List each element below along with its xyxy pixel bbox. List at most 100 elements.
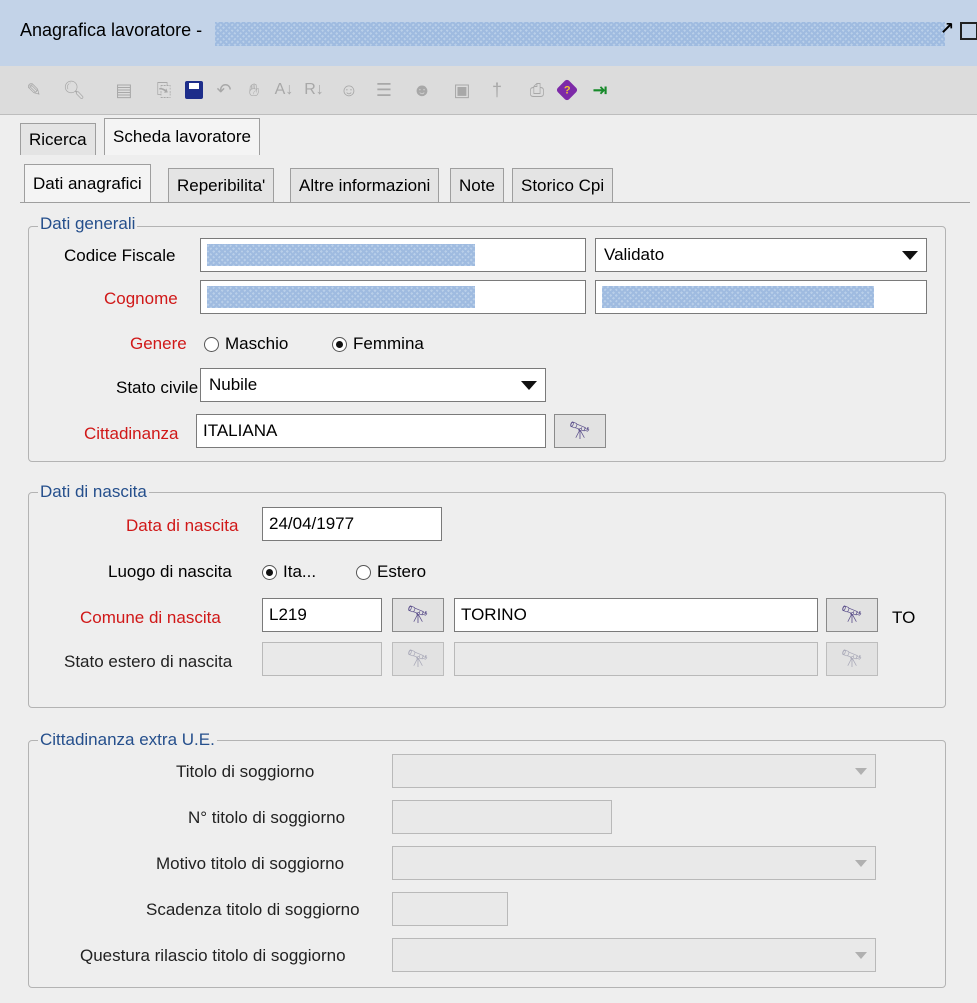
print-icon[interactable]: ⎙ (525, 78, 549, 102)
estero-radio[interactable] (356, 564, 371, 580)
comune-code-lookup-button[interactable]: 🔭︎ (392, 598, 444, 632)
tab-altre-informazioni-label: Altre informazioni (299, 175, 431, 195)
motivo-titolo-select[interactable] (392, 846, 876, 880)
questura-rilascio-select[interactable] (392, 938, 876, 972)
maschio-radio[interactable] (204, 336, 219, 352)
tab-scheda-lavoratore[interactable]: Scheda lavoratore (104, 118, 260, 155)
genere-maschio-option[interactable]: Maschio (204, 334, 288, 354)
search-icon[interactable]: 🔍︎ (62, 78, 86, 102)
luogo-estero-option[interactable]: Estero (356, 562, 426, 582)
genere-label: Genere (130, 334, 187, 353)
tab-dati-anagrafici[interactable]: Dati anagrafici (24, 164, 151, 202)
stato-civile-select[interactable]: Nubile (200, 368, 546, 402)
window-title-bar: Anagrafica lavoratore - ↗ (0, 0, 977, 66)
open-icon[interactable]: ⎘ (152, 78, 176, 102)
undo-icon[interactable]: ↶ (212, 78, 236, 102)
stato-civile-value: Nubile (209, 375, 258, 394)
cognome-input[interactable] (200, 280, 586, 314)
stato-estero-code-lookup-button[interactable]: 🔭︎ (392, 642, 444, 676)
comune-name-lookup-button[interactable]: 🔭︎ (826, 598, 878, 632)
chevron-down-icon (902, 250, 918, 260)
chevron-down-icon (855, 859, 867, 867)
help-book-icon[interactable]: ? (555, 78, 579, 102)
exit-door-icon[interactable]: ⇥ (588, 78, 612, 102)
tab-note-label: Note (459, 175, 495, 195)
maximize-icon[interactable] (960, 22, 977, 40)
camera-icon[interactable]: ▣ (450, 78, 474, 102)
tab-reperibilita[interactable]: Reperibilita' (168, 168, 275, 202)
cittadinanza-value: ITALIANA (203, 421, 278, 440)
codice-fiscale-status-select[interactable]: Validato (595, 238, 927, 272)
comune-nascita-label: Comune di nascita (80, 608, 221, 627)
sort-descending-icon[interactable]: R↓ (302, 78, 326, 102)
tab-ricerca[interactable]: Ricerca (20, 123, 96, 155)
genere-femmina-option[interactable]: Femmina (332, 334, 424, 354)
new-document-icon[interactable]: ▤ (112, 78, 136, 102)
data-nascita-input[interactable]: 24/04/1977 (262, 507, 442, 541)
provincia-value: TO (892, 608, 916, 627)
chevron-down-icon (855, 767, 867, 775)
binoculars-icon: 🔭︎ (407, 605, 429, 624)
tab-ricerca-label: Ricerca (29, 129, 87, 149)
users-icon[interactable]: ☺ (337, 78, 361, 102)
comune-name-value: TORINO (461, 605, 527, 624)
numero-titolo-label: N° titolo di soggiorno (188, 808, 346, 827)
toolbar: ✎ 🔍︎ ▤ ⎘ ↶ ✋︎ A↓ R↓ ☺ ☰ ☻ ▣ † ⎙ ? ⇥ (0, 66, 977, 115)
scadenza-titolo-input[interactable] (392, 892, 508, 926)
cittadinanza-input[interactable]: ITALIANA (196, 414, 546, 448)
titolo-soggiorno-select[interactable] (392, 754, 876, 788)
binoculars-icon: 🔭︎ (569, 421, 591, 440)
save-icon[interactable] (182, 78, 206, 102)
tab-storico-cpi[interactable]: Storico Cpi (512, 168, 614, 202)
dati-nascita-legend: Dati di nascita (38, 482, 149, 502)
data-nascita-value: 24/04/1977 (269, 514, 355, 533)
extra-ue-legend: Cittadinanza extra U.E. (38, 730, 217, 750)
dati-generali-legend: Dati generali (38, 214, 138, 234)
italia-radio[interactable] (262, 564, 277, 580)
codice-fiscale-status-value: Validato (604, 245, 665, 264)
title-redacted-area (215, 22, 945, 46)
numero-titolo-input[interactable] (392, 800, 612, 834)
edit-icon[interactable]: ✎ (22, 78, 46, 102)
motivo-titolo-label: Motivo titolo di soggiorno (156, 854, 345, 873)
femmina-label: Femmina (353, 334, 424, 353)
codice-fiscale-input[interactable] (200, 238, 586, 272)
restore-icon[interactable]: ↗ (938, 20, 956, 38)
cognome-label: Cognome (104, 289, 178, 308)
pin-icon[interactable]: † (485, 78, 509, 102)
italia-label: Ita... (283, 562, 317, 581)
luogo-italia-option[interactable]: Ita... (262, 562, 316, 582)
tab-dati-anagrafici-label: Dati anagrafici (33, 173, 142, 193)
inner-tab-bar: Dati anagrafici Reperibilita' Altre info… (0, 160, 977, 204)
tab-scheda-lavoratore-label: Scheda lavoratore (113, 127, 251, 146)
titolo-soggiorno-label: Titolo di soggiorno (176, 762, 315, 781)
codice-fiscale-label: Codice Fiscale (64, 246, 176, 265)
tab-note[interactable]: Note (450, 168, 504, 202)
estero-label: Estero (377, 562, 427, 581)
cittadinanza-lookup-button[interactable]: 🔭︎ (554, 414, 606, 448)
sort-ascending-icon[interactable]: A↓ (272, 78, 296, 102)
scadenza-titolo-label: Scadenza titolo di soggiorno (146, 900, 360, 919)
tab-content-border (20, 202, 970, 203)
comune-code-input[interactable]: L219 (262, 598, 382, 632)
chevron-down-icon (855, 951, 867, 959)
stato-estero-code-input[interactable] (262, 642, 382, 676)
nome-input[interactable] (595, 280, 927, 314)
group-icon[interactable]: ☻ (410, 78, 434, 102)
comune-code-value: L219 (269, 605, 307, 624)
binoculars-icon: 🔭︎ (407, 649, 429, 668)
cittadinanza-label: Cittadinanza (84, 424, 179, 443)
comune-name-input[interactable]: TORINO (454, 598, 818, 632)
tab-storico-cpi-label: Storico Cpi (521, 175, 605, 195)
stop-icon[interactable]: ✋︎ (242, 78, 266, 102)
femmina-radio[interactable] (332, 336, 347, 352)
cognome-redacted (207, 286, 475, 308)
binoculars-icon: 🔭︎ (841, 649, 863, 668)
window-title: Anagrafica lavoratore - (20, 20, 203, 40)
stato-estero-name-input[interactable] (454, 642, 818, 676)
data-nascita-label: Data di nascita (126, 516, 239, 535)
list-icon[interactable]: ☰ (372, 78, 396, 102)
stato-estero-name-lookup-button[interactable]: 🔭︎ (826, 642, 878, 676)
tab-altre-informazioni[interactable]: Altre informazioni (290, 168, 440, 202)
stato-civile-label: Stato civile (116, 378, 199, 397)
